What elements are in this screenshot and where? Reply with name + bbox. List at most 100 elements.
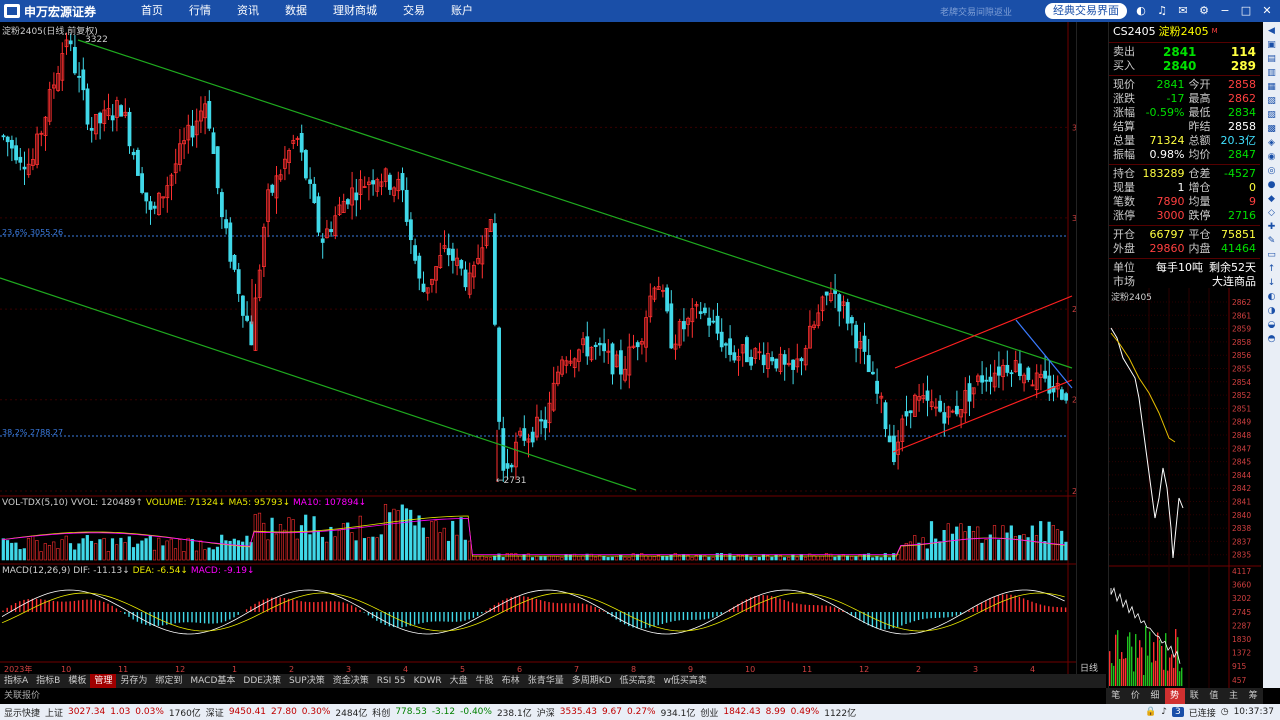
nav-news[interactable]: 资讯: [224, 0, 272, 22]
toolbar-icon[interactable]: ◎: [1266, 165, 1278, 177]
maximize-icon[interactable]: □: [1239, 4, 1253, 18]
toolbar-icon[interactable]: ◐: [1266, 291, 1278, 303]
toolbar-icon[interactable]: ▤: [1266, 53, 1278, 65]
macd-dea-line: [1, 592, 1065, 632]
indicator-tab[interactable]: MACD基本: [186, 674, 239, 688]
indicator-tab[interactable]: DDE决策: [239, 674, 285, 688]
toolbar-icon[interactable]: ●: [1266, 179, 1278, 191]
intraday-tab[interactable]: 细: [1145, 688, 1165, 704]
classic-trade-button[interactable]: 经典交易界面: [1045, 3, 1127, 19]
sz-label[interactable]: 深证: [206, 706, 224, 719]
toolbar-icon[interactable]: ✚: [1266, 221, 1278, 233]
intraday-chart[interactable]: 2862 2861 2859 2858 2856 2855 2854 2852 2851 2849…: [1108, 288, 1261, 688]
indicator-tab[interactable]: 模板: [64, 674, 90, 688]
sound-icon[interactable]: ♪: [1161, 707, 1167, 717]
nav-quotes[interactable]: 行情: [176, 0, 224, 22]
date-tick-label: 10: [745, 665, 755, 674]
indicator-tab[interactable]: w低买高卖: [660, 674, 711, 688]
toolbar-icon[interactable]: ↑: [1266, 263, 1278, 275]
toolbar-icon[interactable]: ◈: [1266, 137, 1278, 149]
indicator-tab[interactable]: 另存为: [116, 674, 151, 688]
intraday-tab[interactable]: 笔: [1106, 688, 1126, 704]
volume-bar: [753, 555, 757, 561]
nav-data[interactable]: 数据: [272, 0, 320, 22]
lock-icon[interactable]: 🔒: [1145, 707, 1156, 717]
toolbar-icon[interactable]: ▦: [1266, 81, 1278, 93]
intraday-volume-bar: [1145, 626, 1147, 686]
indicator-tab[interactable]: 低买高卖: [616, 674, 660, 688]
volume-bar: [207, 547, 211, 561]
indicator-tab[interactable]: 指标A: [0, 674, 32, 688]
intraday-price-label: 2848: [1232, 431, 1251, 440]
toolbar-icon[interactable]: ▭: [1266, 249, 1278, 261]
intraday-tab[interactable]: 价: [1125, 688, 1146, 704]
linked-quote-bar[interactable]: 关联报价: [0, 688, 1106, 704]
hs-label[interactable]: 沪深: [537, 706, 555, 719]
date-tick-label: 11: [118, 665, 128, 674]
mail-icon[interactable]: ✉: [1176, 4, 1190, 18]
nav-trade[interactable]: 交易: [390, 0, 438, 22]
kline-chart-svg[interactable]: 32013081296028402719200001000025.000.00-…: [0, 22, 1076, 674]
stat-value: 71324: [1149, 134, 1185, 147]
minimize-icon[interactable]: −: [1218, 4, 1232, 18]
toolbar-icon[interactable]: ◉: [1266, 151, 1278, 163]
indicator-tab[interactable]: 绑定到: [151, 674, 186, 688]
skin-icon[interactable]: ◐: [1134, 4, 1148, 18]
volume-bar: [85, 535, 89, 561]
toolbar-icon[interactable]: ▣: [1266, 39, 1278, 51]
connection-status[interactable]: 已连接: [1189, 706, 1216, 719]
linked-quote-label[interactable]: 关联报价: [4, 691, 40, 701]
indicator-tab[interactable]: 牛股: [472, 674, 498, 688]
indicator-tab[interactable]: KDWR: [410, 674, 446, 688]
headset-icon[interactable]: ♫: [1155, 4, 1169, 18]
candle-body: [421, 283, 426, 292]
volume-bar: [942, 530, 946, 561]
cy-label[interactable]: 创业: [700, 706, 718, 719]
settings-icon[interactable]: ⚙: [1197, 4, 1211, 18]
toolbar-icon[interactable]: ◇: [1266, 207, 1278, 219]
indicator-tab[interactable]: 资金决策: [329, 674, 373, 688]
toolbar-icon[interactable]: ▥: [1266, 67, 1278, 79]
kc-label[interactable]: 科创: [372, 706, 390, 719]
chart-title: 淀粉2405(日线,前复权): [2, 27, 98, 37]
indicator-tab[interactable]: 指标B: [32, 674, 64, 688]
candle-body: [665, 287, 669, 312]
toolbar-icon[interactable]: ▩: [1266, 123, 1278, 135]
indicator-tab[interactable]: 管理: [90, 674, 117, 688]
timeframe-label[interactable]: 日线: [1080, 661, 1098, 674]
toolbar-icon[interactable]: ◀: [1266, 25, 1278, 37]
toolbar-icon[interactable]: ▧: [1266, 95, 1278, 107]
toolbar-icon[interactable]: ◓: [1266, 333, 1278, 345]
intraday-tab[interactable]: 势: [1164, 688, 1185, 704]
close-icon[interactable]: ✕: [1260, 4, 1274, 18]
toolbar-icon[interactable]: ◒: [1266, 319, 1278, 331]
nav-home[interactable]: 首页: [128, 0, 176, 22]
toolbar-icon[interactable]: ▨: [1266, 109, 1278, 121]
indicator-tab[interactable]: RSI 55: [373, 674, 410, 688]
intraday-tab[interactable]: 筹: [1243, 688, 1263, 704]
indicator-tab[interactable]: SUP决策: [285, 674, 329, 688]
toolbar-icon[interactable]: ◆: [1266, 193, 1278, 205]
intraday-tab[interactable]: 联: [1184, 688, 1205, 704]
intraday-tab[interactable]: 值: [1204, 688, 1224, 704]
nav-wealth-mall[interactable]: 理财商城: [320, 0, 390, 22]
shortcut-toggle[interactable]: 显示快捷: [4, 706, 40, 719]
indicator-tab[interactable]: 多周期KD: [568, 674, 616, 688]
kline-chart-area[interactable]: 32013081296028402719200001000025.000.00-…: [0, 22, 1076, 674]
volume-bar: [833, 556, 837, 561]
toolbar-icon[interactable]: ✎: [1266, 235, 1278, 247]
sh-label[interactable]: 上证: [45, 706, 63, 719]
volume-bar: [614, 555, 619, 561]
intraday-chart-svg[interactable]: 2862 2861 2859 2858 2856 2855 2854 2852 2851 2849…: [1109, 288, 1261, 688]
toolbar-icon[interactable]: ↓: [1266, 277, 1278, 289]
nav-account[interactable]: 账户: [438, 0, 486, 22]
toolbar-icon[interactable]: ◑: [1266, 305, 1278, 317]
candle-body: [501, 428, 506, 471]
indicator-tab[interactable]: 布林: [498, 674, 524, 688]
intraday-tab[interactable]: 主: [1223, 688, 1244, 704]
indicator-tab[interactable]: 大盘: [446, 674, 472, 688]
candle-body: [228, 222, 233, 262]
volume-bar: [917, 542, 921, 561]
indicator-tab[interactable]: 张青华量: [524, 674, 568, 688]
volume-bar: [1009, 525, 1013, 561]
